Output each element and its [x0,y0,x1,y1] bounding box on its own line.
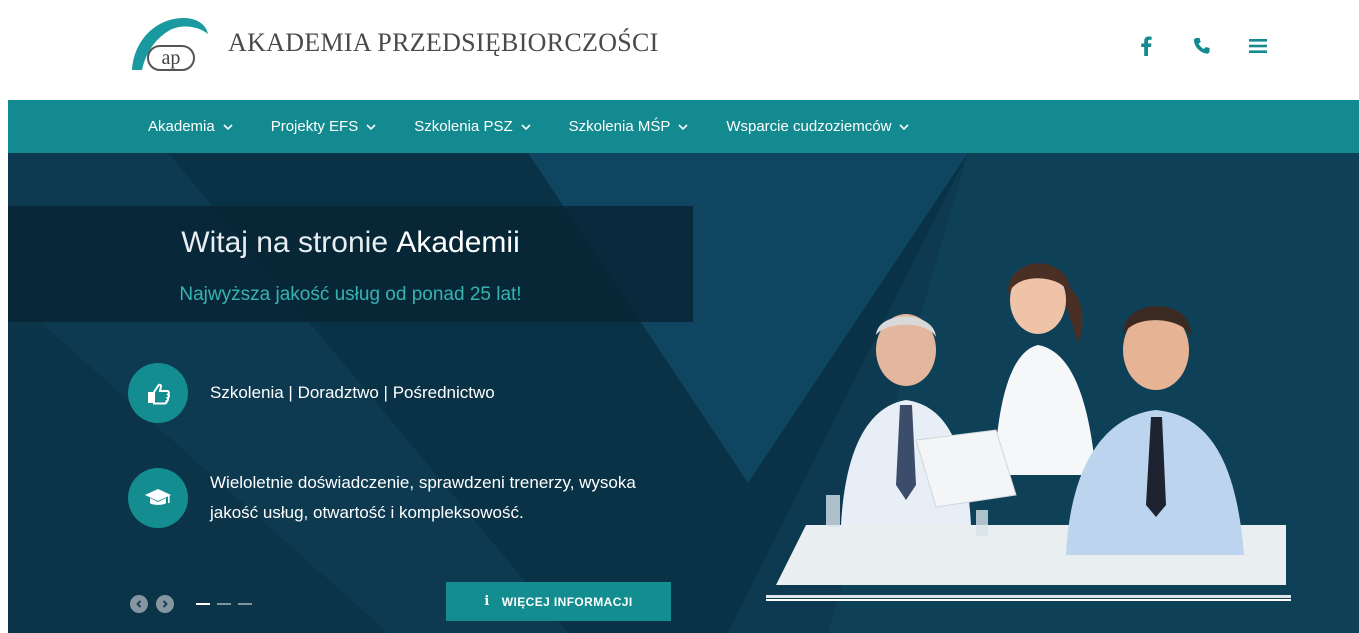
welcome-box: Witaj na stronie Akademii Najwyższa jako… [8,206,693,322]
facebook-icon[interactable] [1135,34,1157,58]
hero-slider: Witaj na stronie Akademii Najwyższa jako… [8,153,1359,633]
business-team-photo [766,263,1291,601]
welcome-subtitle: Najwyższa jakość usług od ponad 25 lat! [179,284,522,305]
nav-item-szkolenia-psz[interactable]: Szkolenia PSZ [414,118,531,135]
chevron-right-icon [162,600,168,608]
hand-pointer-icon [128,363,188,423]
feature-services: Szkolenia | Doradztwo | Pośrednictwo [128,363,495,423]
chevron-down-icon [366,123,376,130]
chevron-left-icon [136,600,142,608]
nav-item-wsparcie-cudzoziemcow[interactable]: Wsparcie cudzoziemców [726,118,909,135]
info-icon: i [484,594,490,609]
logo[interactable]: ap [126,12,212,76]
nav-item-label: Wsparcie cudzoziemców [726,118,892,135]
chevron-down-icon [899,123,909,130]
main-nav: Akademia Projekty EFS Szkolenia PSZ Szko… [8,100,1359,153]
welcome-title-strong: Akademii [396,226,520,259]
nav-item-projekty-efs[interactable]: Projekty EFS [271,118,377,135]
slide-indicators [196,603,252,605]
site-header: ap AKADEMIA PRZEDSIĘBIORCZOŚCI [0,0,1359,100]
slider-next-button[interactable] [156,595,174,613]
more-info-button[interactable]: i WIĘCEJ INFORMACJI [446,582,671,621]
nav-item-label: Akademia [148,118,215,135]
slider-prev-button[interactable] [130,595,148,613]
feature-text: Szkolenia | Doradztwo | Pośrednictwo [210,383,495,402]
feature-text: Wieloletnie doświadczenie, sprawdzeni tr… [210,468,636,528]
slide-indicator[interactable] [217,603,231,605]
welcome-title-lead: Witaj na stronie [181,226,388,259]
slider-controls [130,595,252,613]
nav-item-label: Szkolenia PSZ [414,118,513,135]
slide-indicator[interactable] [196,603,210,605]
more-info-label: WIĘCEJ INFORMACJI [501,594,633,609]
nav-item-akademia[interactable]: Akademia [148,118,233,135]
chevron-down-icon [678,123,688,130]
nav-item-label: Szkolenia MŚP [568,118,671,135]
nav-item-label: Projekty EFS [270,118,359,135]
phone-icon[interactable] [1191,34,1213,58]
nav-item-szkolenia-msp[interactable]: Szkolenia MŚP [569,118,689,135]
feature-text-line: jakość usług, otwartość i kompleksowość. [210,503,524,522]
brand-name[interactable]: AKADEMIA PRZEDSIĘBIORCZOŚCI [228,28,659,58]
feature-text-line: Wieloletnie doświadczenie, sprawdzeni tr… [210,473,636,492]
welcome-title: Witaj na stronie Akademii [8,226,693,260]
graduation-cap-icon [128,468,188,528]
logo-letters: ap [162,47,181,69]
feature-experience: Wieloletnie doświadczenie, sprawdzeni tr… [128,468,636,528]
chevron-down-icon [223,123,233,130]
menu-icon[interactable] [1247,34,1269,58]
chevron-down-icon [521,123,531,130]
slide-indicator[interactable] [238,603,252,605]
header-icons [1135,34,1269,58]
